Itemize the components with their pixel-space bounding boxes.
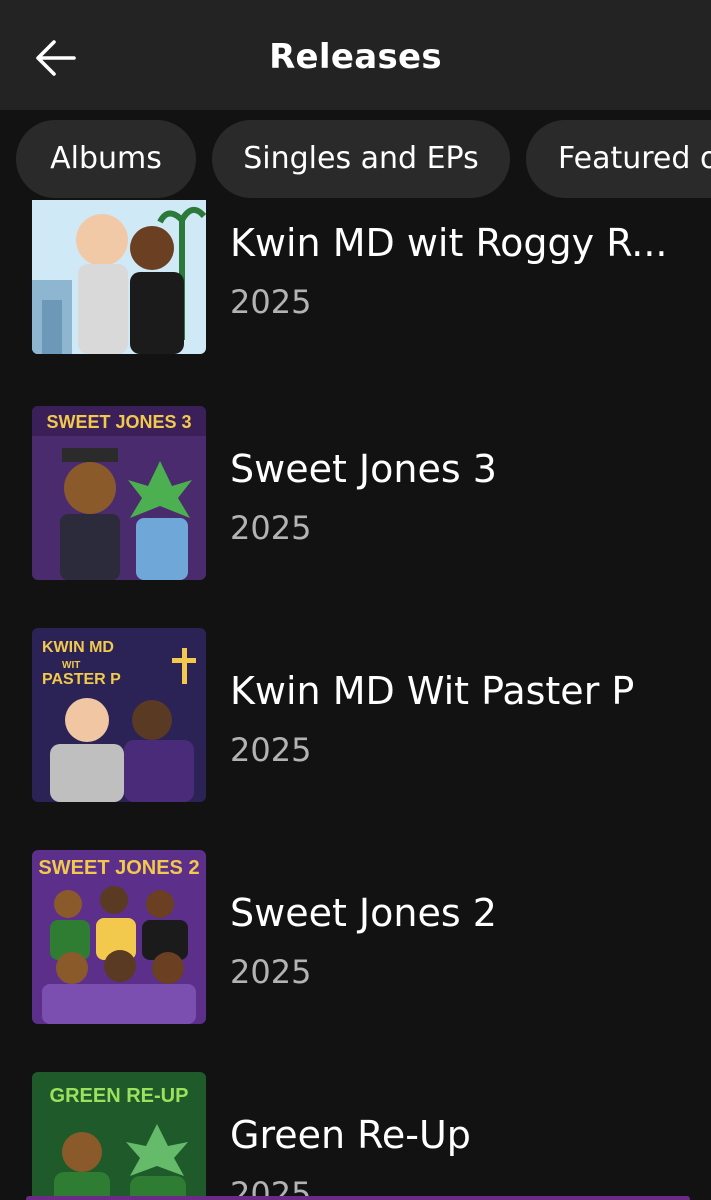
release-row[interactable]: GREEN RE-UP Green Re-Up 2025 bbox=[0, 1072, 711, 1200]
release-title: Kwin MD Wit Paster P bbox=[230, 669, 635, 713]
cover-text: SWEET JONES 3 bbox=[46, 412, 191, 432]
chip-featured[interactable]: Featured o bbox=[526, 120, 711, 198]
filter-chips: Albums Singles and EPs Featured o bbox=[0, 120, 711, 200]
svg-text:WIT: WIT bbox=[62, 660, 80, 671]
bottom-player-bar[interactable] bbox=[26, 1196, 690, 1200]
release-cover bbox=[32, 200, 206, 354]
release-year: 2025 bbox=[230, 283, 312, 321]
svg-text:PASTER P: PASTER P bbox=[42, 671, 121, 688]
release-title: Sweet Jones 3 bbox=[230, 447, 497, 491]
release-cover: SWEET JONES 2 bbox=[32, 850, 206, 1024]
release-year: 2025 bbox=[230, 509, 312, 547]
release-year: 2025 bbox=[230, 953, 312, 991]
release-title: Sweet Jones 2 bbox=[230, 891, 497, 935]
cover-text: GREEN RE-UP bbox=[50, 1085, 189, 1107]
page-title: Releases bbox=[269, 37, 442, 77]
release-cover: GREEN RE-UP bbox=[32, 1072, 206, 1200]
svg-text:KWIN MD: KWIN MD bbox=[42, 639, 114, 656]
release-cover: SWEET JONES 3 bbox=[32, 406, 206, 580]
release-row[interactable]: Kwin MD wit Roggy R... 2025 bbox=[0, 200, 711, 356]
release-row[interactable]: SWEET JONES 2 Sweet Jones 2 2025 bbox=[0, 850, 711, 1026]
releases-screen: Releases Albums Singles and EPs Featured… bbox=[0, 0, 711, 1200]
releases-list: Kwin MD wit Roggy R... 2025 SWEET JONES … bbox=[0, 200, 711, 1200]
release-row[interactable]: SWEET JONES 3 Sweet Jones 3 2025 bbox=[0, 406, 711, 582]
cover-text: SWEET JONES 2 bbox=[38, 857, 199, 879]
release-row[interactable]: KWIN MD WIT PASTER P Kwin MD Wit Paster … bbox=[0, 628, 711, 804]
release-year: 2025 bbox=[230, 731, 312, 769]
release-cover: KWIN MD WIT PASTER P bbox=[32, 628, 206, 802]
top-app-bar: Releases bbox=[0, 0, 711, 110]
chip-albums[interactable]: Albums bbox=[16, 120, 196, 198]
release-title: Green Re-Up bbox=[230, 1113, 471, 1157]
release-title: Kwin MD wit Roggy R... bbox=[230, 221, 668, 265]
chip-singles-and-eps[interactable]: Singles and EPs bbox=[212, 120, 510, 198]
